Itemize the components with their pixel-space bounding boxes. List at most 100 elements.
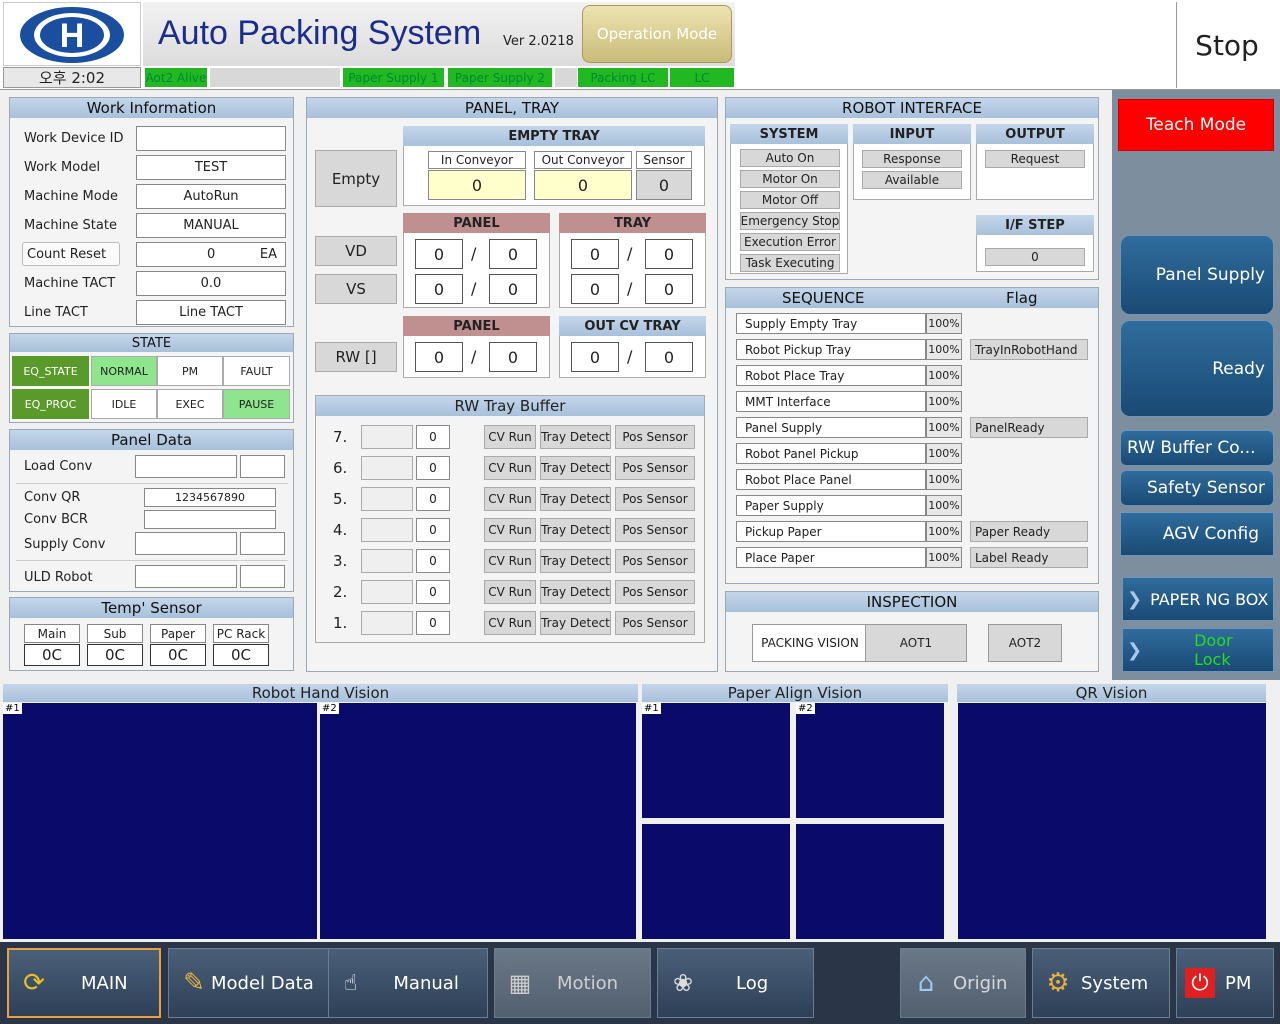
empty-button[interactable]: Empty xyxy=(315,150,397,207)
sequence-percent: 100% xyxy=(926,521,962,542)
temp-pc-rack-value: 0C xyxy=(213,644,269,666)
sequence-step: MMT Interface xyxy=(736,391,926,412)
line-tact-label: Line TACT xyxy=(24,305,88,320)
auto-on-indicator: Auto On xyxy=(740,149,840,167)
status-paper-supply-1: Paper Supply 1 xyxy=(343,68,444,87)
slash: / xyxy=(627,347,633,366)
buffer-row-count: 0 xyxy=(416,425,450,449)
system-title: SYSTEM xyxy=(730,124,848,144)
door-lock-button[interactable]: ❯ Door Lock xyxy=(1122,628,1274,672)
panel-supply-button[interactable]: Panel Supply xyxy=(1120,235,1274,315)
rw-panel-title: PANEL xyxy=(403,316,550,336)
rw-button[interactable]: RW [] xyxy=(315,342,397,372)
hand-pointer-icon: ☝ xyxy=(344,970,358,996)
version: Ver 2.0218 xyxy=(503,34,574,49)
temp-main-value: 0C xyxy=(24,644,80,666)
machine-tact-label: Machine TACT xyxy=(24,276,116,291)
vd-button[interactable]: VD xyxy=(315,236,397,266)
nav-system-label: System xyxy=(1081,972,1149,994)
empty-tray-title: EMPTY TRAY xyxy=(403,126,705,146)
vision-tag: #2 xyxy=(796,703,815,714)
conv-qr-field: 1234567890 xyxy=(144,488,276,507)
sequence-step: Pickup Paper xyxy=(736,521,926,542)
nav-manual-label: Manual xyxy=(393,972,459,994)
buffer-row-indicator xyxy=(361,611,413,635)
teach-mode-button[interactable]: Teach Mode xyxy=(1118,99,1274,151)
aot1-button[interactable]: AOT1 xyxy=(865,624,967,662)
nav-origin-button[interactable]: ⌂ Origin xyxy=(900,948,1026,1018)
count-reset-button[interactable]: Count Reset xyxy=(22,242,120,266)
film-reel-icon: ❀ xyxy=(672,969,694,997)
vision-tag: #2 xyxy=(320,703,339,714)
panel-tray-title: PANEL, TRAY xyxy=(307,98,717,118)
sequence-percent: 100% xyxy=(926,339,962,360)
cv-run-indicator: CV Run xyxy=(484,425,536,449)
in-conveyor-label: In Conveyor xyxy=(428,151,526,169)
paper-align-vision-1: #1 xyxy=(642,703,790,818)
operation-mode-button[interactable]: Operation Mode xyxy=(582,5,732,63)
clock: 오후 2:02 xyxy=(3,67,141,88)
stop-button[interactable]: Stop xyxy=(1176,2,1277,88)
sequence-percent: 100% xyxy=(926,417,962,438)
buffer-row-indicator xyxy=(361,580,413,604)
if-step-title: I/F STEP xyxy=(976,215,1094,235)
temp-sub-value: 0C xyxy=(87,644,143,666)
slash: / xyxy=(627,244,633,263)
eq-proc-label: EQ_PROC xyxy=(12,389,89,419)
nav-motion-button[interactable]: ▦ Motion xyxy=(494,948,651,1018)
sequence-step: Place Paper xyxy=(736,547,926,568)
tray-vd-b: 0 xyxy=(645,239,693,269)
sequence-title: SEQUENCE xyxy=(782,289,865,307)
packing-vision-button[interactable]: PACKING VISION xyxy=(752,624,868,662)
status-aot2-alive: Aot2 Alive xyxy=(145,68,207,87)
rw-tray-buffer: RW Tray Buffer 7. 0 CV Run Tray Detect Pos S… xyxy=(315,395,705,643)
buffer-row-indicator xyxy=(361,487,413,511)
nav-pm-button[interactable]: ⏻ PM xyxy=(1176,948,1274,1018)
load-conv-label: Load Conv xyxy=(24,459,93,474)
buffer-row-count: 0 xyxy=(416,611,450,635)
sequence-percent: 100% xyxy=(926,469,962,490)
buffer-row-number: 5. xyxy=(333,490,348,508)
eq-state-label: EQ_STATE xyxy=(12,356,89,386)
nav-system-button[interactable]: ⚙ System xyxy=(1032,948,1170,1018)
input-title: INPUT xyxy=(853,124,971,144)
conv-qr-label: Conv QR xyxy=(24,490,81,505)
nav-motion-label: Motion xyxy=(557,972,619,994)
qr-vision-title: QR Vision xyxy=(957,684,1266,702)
buffer-row-number: 6. xyxy=(333,459,348,477)
if-step-value: 0 xyxy=(985,248,1085,266)
motor-on-indicator: Motor On xyxy=(740,170,840,188)
pos-sensor-indicator: Pos Sensor xyxy=(615,425,695,449)
nav-log-button[interactable]: ❀ Log xyxy=(657,948,814,1018)
vs-button[interactable]: VS xyxy=(315,274,397,304)
output-title: OUTPUT xyxy=(976,124,1094,144)
flag-title: Flag xyxy=(1006,289,1038,307)
aot2-button[interactable]: AOT2 xyxy=(988,624,1062,662)
nav-manual-button[interactable]: ☝ Manual xyxy=(330,948,488,1018)
out-cv-tray-a: 0 xyxy=(571,342,619,372)
inspection-title: INSPECTION xyxy=(726,592,1098,612)
robot-hand-vision-title: Robot Hand Vision xyxy=(3,684,638,702)
nav-main-button[interactable]: ⟳ MAIN xyxy=(7,948,161,1018)
tray-detect-indicator: Tray Detect xyxy=(540,425,611,449)
supply-conv-label: Supply Conv xyxy=(24,537,106,552)
door-lock-label: Door Lock xyxy=(1194,631,1233,669)
cv-run-indicator: CV Run xyxy=(484,487,536,511)
divider xyxy=(328,948,329,1018)
safety-sensor-button[interactable]: Safety Sensor xyxy=(1120,470,1274,506)
rw-buffer-button[interactable]: RW Buffer Co... xyxy=(1120,430,1274,466)
ready-button[interactable]: Ready xyxy=(1120,320,1274,417)
pos-sensor-indicator: Pos Sensor xyxy=(615,580,695,604)
sequence-panel: SEQUENCE Flag Supply Empty Tray 100% Robot… xyxy=(725,287,1099,584)
slash: / xyxy=(471,347,477,366)
state-panel: STATE EQ_STATE NORMAL PM FAULT EQ_PROC I… xyxy=(9,333,294,423)
out-cv-tray-title: OUT CV TRAY xyxy=(559,316,706,336)
paper-ng-box-button[interactable]: ❯ PAPER NG BOX xyxy=(1122,577,1274,621)
nav-origin-label: Origin xyxy=(953,972,1008,994)
agv-config-button[interactable]: AGV Config xyxy=(1120,512,1274,556)
machine-mode-field: AutoRun xyxy=(136,184,286,209)
logo: H xyxy=(3,2,141,66)
work-information-panel: Work Information Work Device ID Work Mod… xyxy=(9,97,294,327)
vision-tag: #1 xyxy=(3,703,22,714)
conv-bcr-label: Conv BCR xyxy=(24,512,88,527)
